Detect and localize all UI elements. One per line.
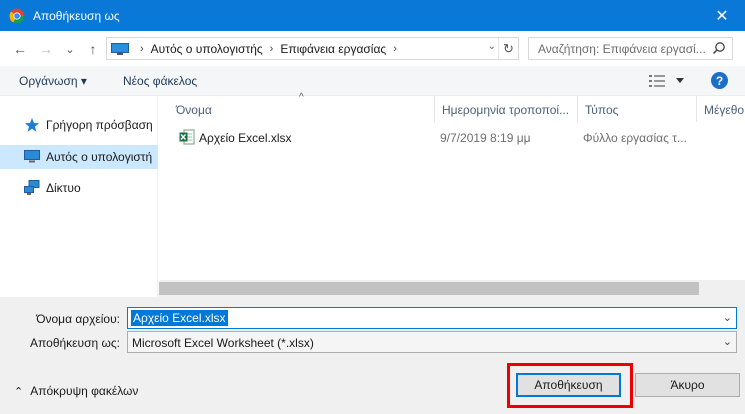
excel-file-icon — [179, 129, 195, 145]
forward-button[interactable]: → — [36, 39, 56, 59]
computer-icon — [111, 42, 129, 55]
breadcrumb-separator[interactable]: › — [393, 43, 397, 55]
close-button[interactable]: ✕ — [699, 0, 745, 31]
breadcrumb-separator: › — [140, 42, 144, 55]
file-row[interactable]: Αρχείο Excel.xlsx 9/7/2019 8:19 μμ Φύλλο… — [159, 128, 745, 148]
save-options-panel: Όνομα αρχείου: Αρχείο Excel.xlsx ⌄ Αποθή… — [0, 297, 745, 414]
file-list: ^ Όνομα Ημερομηνία τροποποί... Τύπος Μέγ… — [159, 92, 745, 297]
savetype-select[interactable]: Microsoft Excel Worksheet (*.xlsx) ⌄ — [127, 331, 737, 353]
column-header-size[interactable]: Μέγεθο — [697, 96, 745, 122]
chevron-down-icon: ⌄ — [65, 43, 75, 56]
help-button[interactable]: ? — [711, 72, 728, 89]
column-header-type[interactable]: Τύπος — [578, 96, 697, 122]
file-name: Αρχείο Excel.xlsx — [199, 131, 292, 145]
back-arrow-icon: ← — [13, 41, 27, 57]
forward-arrow-icon: → — [39, 41, 53, 57]
column-label: Όνομα — [176, 103, 212, 117]
refresh-icon: ↻ — [503, 40, 514, 56]
chevron-down-icon[interactable]: ⌄ — [723, 311, 732, 324]
caret-down-icon — [676, 78, 684, 83]
up-arrow-icon: ↑ — [89, 41, 97, 57]
sidebar-item-this-pc[interactable]: Αυτός ο υπολογιστή — [0, 145, 158, 169]
column-label: Μέγεθο — [704, 103, 745, 117]
address-row: ← → ⌄ ↑ › Αυτός ο υπολογιστής › Επιφάνει… — [0, 31, 745, 66]
column-headers: ^ Όνομα Ημερομηνία τροποποί... Τύπος Μέγ… — [159, 92, 745, 122]
navigation-pane: Γρήγορη πρόσβαση Αυτός ο υπολογιστή Δίκτ… — [0, 96, 158, 297]
organize-button[interactable]: Οργάνωση ▾ — [19, 74, 87, 88]
file-date: 9/7/2019 8:19 μμ — [440, 131, 531, 145]
sidebar-item-label: Δίκτυο — [46, 181, 81, 195]
close-icon: ✕ — [715, 7, 729, 25]
savetype-label: Αποθήκευση ως: — [30, 336, 120, 350]
star-icon — [24, 117, 40, 133]
help-icon: ? — [715, 73, 724, 88]
save-button[interactable]: Αποθήκευση — [516, 373, 621, 397]
horizontal-scrollbar[interactable] — [159, 280, 745, 297]
search-box[interactable]: Αναζήτηση: Επιφάνεια εργασί... — [528, 37, 733, 60]
breadcrumb-separator: › — [269, 42, 274, 55]
sidebar-item-quick-access[interactable]: Γρήγορη πρόσβαση — [0, 113, 158, 137]
search-icon — [712, 42, 725, 55]
column-label: Τύπος — [585, 103, 619, 117]
hide-folders-label: Απόκρυψη φακέλων — [30, 384, 139, 398]
new-folder-button[interactable]: Νέος φάκελος — [123, 74, 197, 88]
address-dropdown-icon[interactable]: ⌄ — [488, 41, 496, 52]
savetype-value: Microsoft Excel Worksheet (*.xlsx) — [132, 336, 314, 350]
scrollbar-thumb[interactable] — [159, 282, 699, 295]
back-button[interactable]: ← — [10, 39, 30, 59]
breadcrumb-desktop[interactable]: Επιφάνεια εργασίας — [280, 42, 386, 56]
column-label: Ημερομηνία τροποποί... — [442, 103, 570, 117]
details-view-icon — [649, 75, 665, 87]
filename-label: Όνομα αρχείου: — [36, 312, 120, 326]
column-header-date[interactable]: Ημερομηνία τροποποί... — [435, 96, 578, 122]
address-bar[interactable]: › Αυτός ο υπολογιστής › Επιφάνεια εργασί… — [106, 37, 519, 60]
chevron-up-icon: ⌃ — [14, 385, 24, 398]
window-title: Αποθήκευση ως — [33, 8, 120, 23]
command-bar: Οργάνωση ▾ Νέος φάκελος ? — [0, 66, 745, 96]
chevron-down-icon[interactable]: ⌄ — [723, 335, 732, 348]
column-header-name[interactable]: Όνομα — [169, 96, 435, 122]
file-type: Φύλλο εργασίας τ... — [583, 131, 687, 145]
filename-value[interactable]: Αρχείο Excel.xlsx — [131, 310, 228, 326]
filename-field[interactable]: Αρχείο Excel.xlsx ⌄ — [127, 307, 737, 329]
recent-locations-button[interactable]: ⌄ — [60, 39, 80, 59]
up-button[interactable]: ↑ — [83, 39, 103, 59]
computer-icon — [24, 149, 40, 165]
browser-area: Γρήγορη πρόσβαση Αυτός ο υπολογιστή Δίκτ… — [0, 92, 745, 297]
refresh-button[interactable]: ↻ — [498, 38, 518, 59]
title-bar: Αποθήκευση ως ✕ — [0, 0, 745, 31]
change-view-button[interactable] — [649, 74, 687, 88]
chrome-icon — [9, 8, 25, 24]
sidebar-item-network[interactable]: Δίκτυο — [0, 176, 158, 200]
sidebar-item-label: Αυτός ο υπολογιστή — [46, 150, 153, 164]
search-input[interactable]: Αναζήτηση: Επιφάνεια εργασί... — [538, 42, 710, 56]
network-icon — [24, 180, 40, 196]
breadcrumb-this-pc[interactable]: Αυτός ο υπολογιστής — [151, 42, 263, 56]
hide-folders-button[interactable]: ⌃ Απόκρυψη φακέλων — [14, 384, 138, 398]
sidebar-item-label: Γρήγορη πρόσβαση — [46, 118, 153, 132]
cancel-button[interactable]: Άκυρο — [635, 373, 740, 397]
